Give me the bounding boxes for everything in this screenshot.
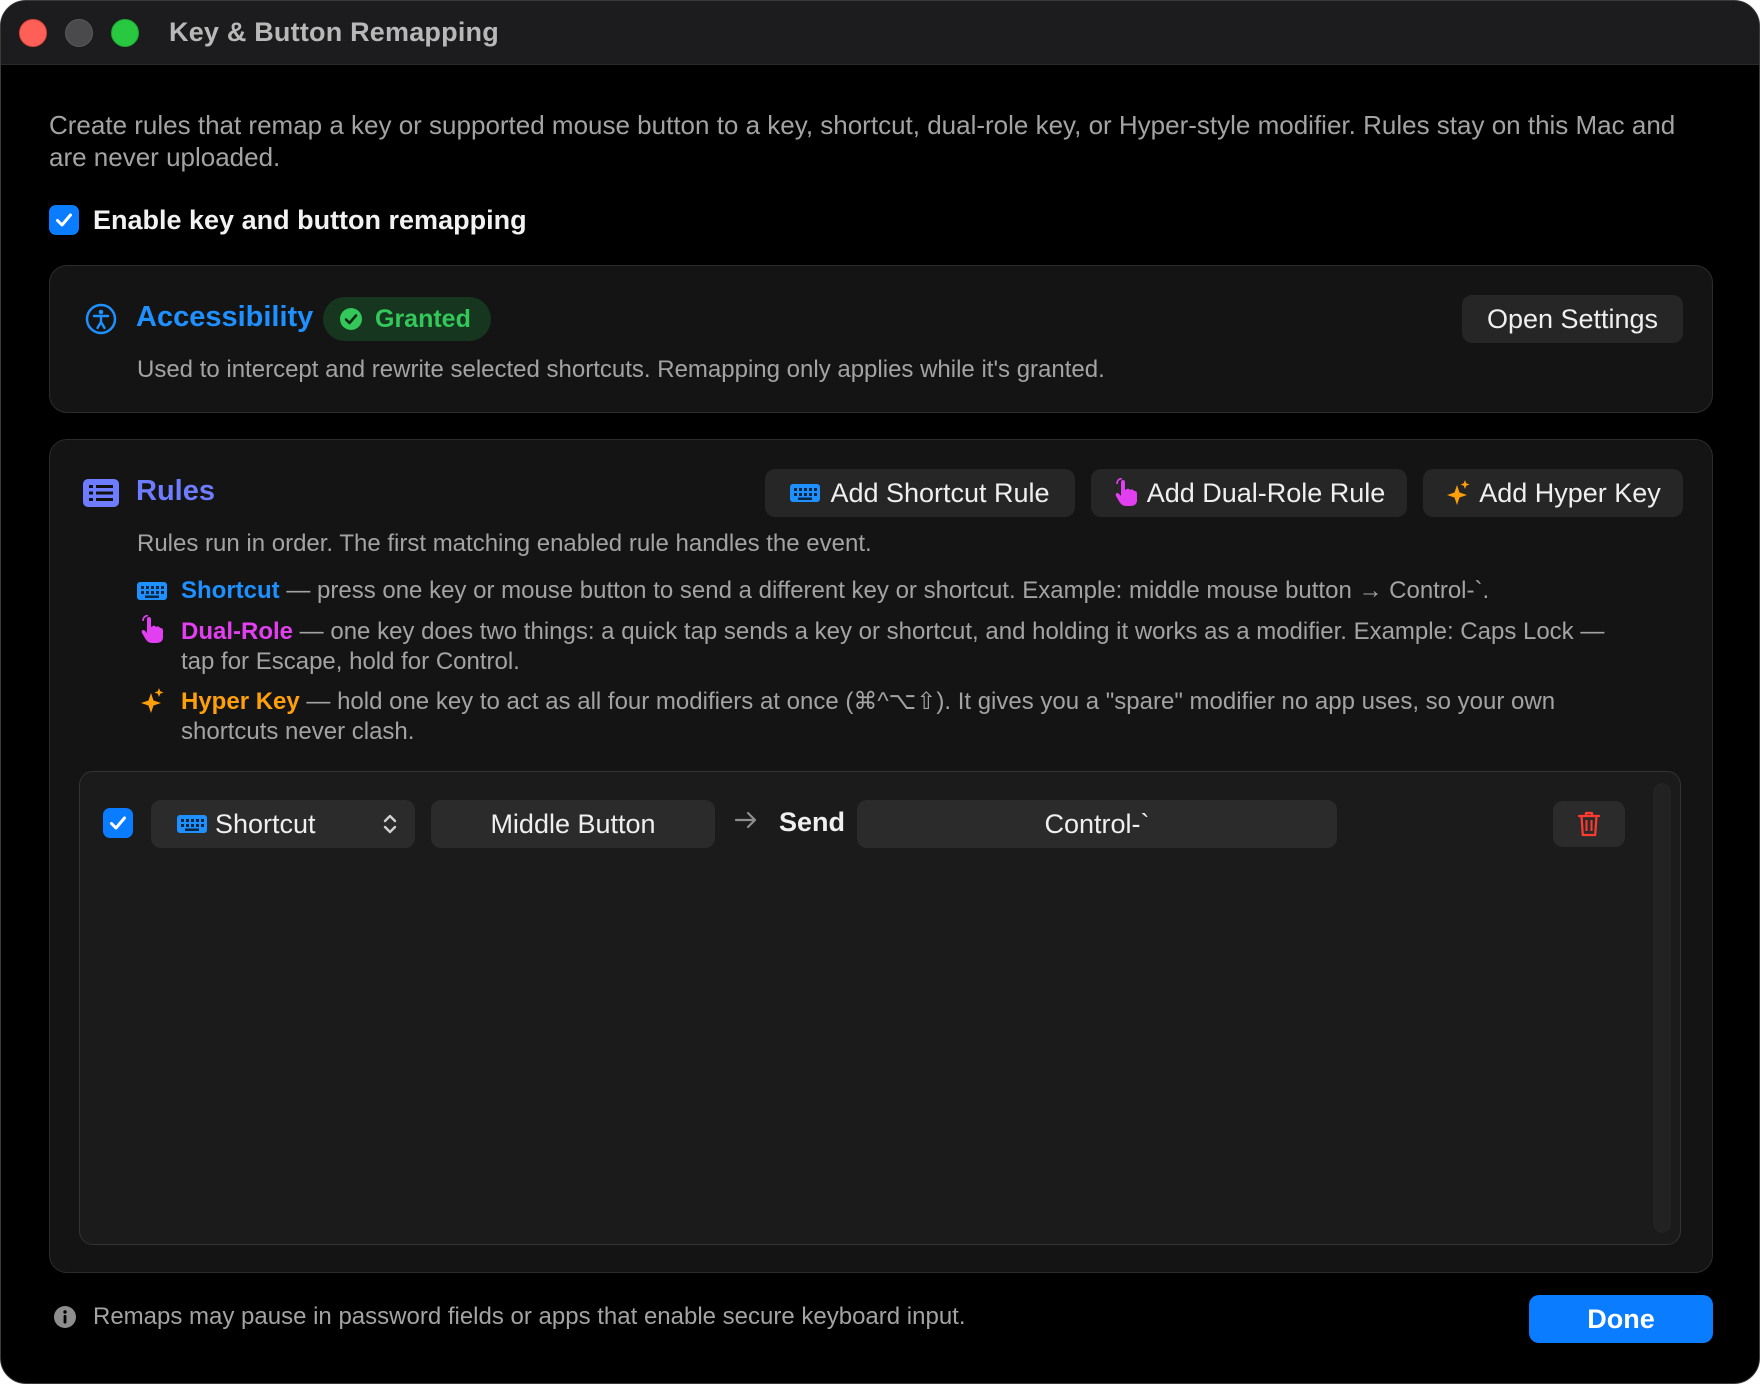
checkmark-icon [110, 816, 126, 830]
legend-dual-role-text: — one key does two things: a quick tap s… [293, 618, 1605, 645]
keyboard-icon [137, 581, 167, 606]
legend-hyper-key-text: — hold one key to act as all four modifi… [299, 688, 1556, 715]
legend-hyper-key-name: Hyper Key [181, 688, 300, 715]
rule-enabled-checkbox[interactable] [103, 808, 133, 838]
sparkles-icon [139, 687, 165, 720]
granted-badge: Granted [323, 297, 491, 341]
done-button[interactable]: Done [1529, 1295, 1713, 1343]
checkmark-circle-icon [340, 308, 362, 330]
accessibility-icon [85, 303, 117, 340]
open-settings-button[interactable]: Open Settings [1462, 295, 1683, 343]
legend-shortcut-name: Shortcut [181, 577, 280, 604]
hand-tap-icon [139, 614, 165, 650]
legend-shortcut: Shortcut — press one key or mouse button… [181, 576, 1681, 606]
list-icon [83, 479, 119, 512]
close-window-button[interactable] [19, 19, 47, 47]
add-hyper-key-label: Add Hyper Key [1479, 477, 1661, 508]
rules-list-scrollbar[interactable] [1653, 783, 1671, 1233]
rules-title: Rules [136, 475, 215, 507]
enable-remapping-checkbox[interactable] [49, 205, 79, 235]
checkmark-icon [56, 213, 72, 227]
legend-hyper-key-text-cont: shortcuts never clash. [181, 718, 415, 745]
rule-output-field[interactable]: Control-` [857, 800, 1337, 848]
secure-input-note: Remaps may pause in password fields or a… [93, 1303, 966, 1330]
legend-shortcut-text: — press one key or mouse button to send … [279, 577, 1490, 604]
chevron-up-down-icon [383, 814, 397, 834]
remapping-window: Key & Button Remapping Create rules that… [0, 0, 1760, 1384]
intro-text: Create rules that remap a key or support… [49, 110, 1676, 172]
enable-remapping-label: Enable key and button remapping [93, 205, 527, 235]
rule-type-label: Shortcut [215, 808, 316, 839]
legend-dual-role: Dual-Role — one key does two things: a q… [181, 617, 1681, 677]
add-dual-role-rule-button[interactable]: Add Dual-Role Rule [1091, 469, 1407, 517]
granted-status-text: Granted [375, 304, 471, 333]
rule-send-label: Send [779, 807, 846, 837]
add-shortcut-rule-button[interactable]: Add Shortcut Rule [765, 469, 1075, 517]
trash-icon [1577, 811, 1601, 837]
hand-tap-icon [1115, 478, 1137, 506]
title-bar: Key & Button Remapping [1, 1, 1759, 65]
accessibility-title: Accessibility [136, 301, 314, 333]
zoom-window-button[interactable] [111, 19, 139, 47]
add-shortcut-rule-label: Add Shortcut Rule [830, 477, 1050, 508]
legend-hyper-key: Hyper Key — hold one key to act as all f… [181, 687, 1681, 747]
keyboard-icon [790, 484, 821, 502]
rule-trigger-field[interactable]: Middle Button [431, 800, 715, 848]
arrow-right-icon [733, 807, 759, 840]
window-title: Key & Button Remapping [169, 17, 499, 47]
minimize-window-button[interactable] [65, 19, 93, 47]
add-dual-role-rule-label: Add Dual-Role Rule [1146, 477, 1386, 508]
rules-description: Rules run in order. The first matching e… [137, 530, 872, 557]
legend-dual-role-name: Dual-Role [181, 618, 294, 645]
keyboard-icon [177, 815, 207, 833]
rule-type-select[interactable]: Shortcut [151, 800, 415, 848]
accessibility-description: Used to intercept and rewrite selected s… [137, 356, 1105, 383]
add-hyper-key-button[interactable]: Add Hyper Key [1423, 469, 1683, 517]
info-circle-icon [53, 1305, 77, 1334]
delete-rule-button[interactable] [1553, 801, 1625, 847]
sparkles-icon [1447, 480, 1470, 505]
legend-dual-role-text-cont: tap for Escape, hold for Control. [181, 648, 520, 675]
